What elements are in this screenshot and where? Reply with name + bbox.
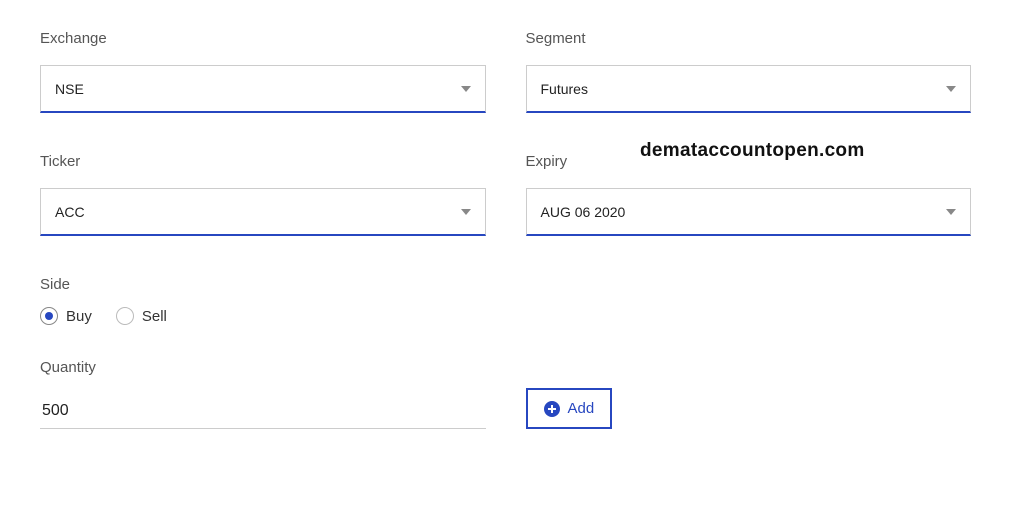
add-button[interactable]: Add — [526, 388, 613, 429]
chevron-down-icon — [461, 209, 471, 215]
segment-label: Segment — [526, 30, 972, 47]
ticker-label: Ticker — [40, 153, 486, 170]
side-sell-radio[interactable]: Sell — [116, 307, 167, 325]
segment-field: Segment Futures — [526, 30, 972, 113]
segment-value: Futures — [541, 81, 588, 97]
exchange-select[interactable]: NSE — [40, 65, 486, 113]
watermark-text: demataccountopen.com — [640, 140, 865, 162]
ticker-value: ACC — [55, 204, 85, 220]
plus-circle-icon — [544, 401, 560, 417]
exchange-value: NSE — [55, 81, 84, 97]
quantity-field: Quantity — [40, 359, 486, 429]
ticker-select[interactable]: ACC — [40, 188, 486, 236]
exchange-label: Exchange — [40, 30, 486, 47]
side-label: Side — [40, 276, 971, 293]
radio-icon — [116, 307, 134, 325]
chevron-down-icon — [946, 209, 956, 215]
exchange-field: Exchange NSE — [40, 30, 486, 113]
quantity-input[interactable] — [40, 394, 486, 429]
chevron-down-icon — [946, 86, 956, 92]
segment-select[interactable]: Futures — [526, 65, 972, 113]
radio-icon — [40, 307, 58, 325]
side-radio-group: Buy Sell — [40, 307, 971, 325]
expiry-field: Expiry AUG 06 2020 — [526, 153, 972, 236]
side-buy-radio[interactable]: Buy — [40, 307, 92, 325]
side-sell-label: Sell — [142, 308, 167, 325]
side-field: Side Buy Sell — [40, 276, 971, 325]
chevron-down-icon — [461, 86, 471, 92]
quantity-label: Quantity — [40, 359, 486, 376]
add-button-container: Add — [526, 388, 972, 429]
expiry-value: AUG 06 2020 — [541, 204, 626, 220]
side-buy-label: Buy — [66, 308, 92, 325]
ticker-field: Ticker ACC — [40, 153, 486, 236]
add-button-label: Add — [568, 400, 595, 417]
expiry-select[interactable]: AUG 06 2020 — [526, 188, 972, 236]
